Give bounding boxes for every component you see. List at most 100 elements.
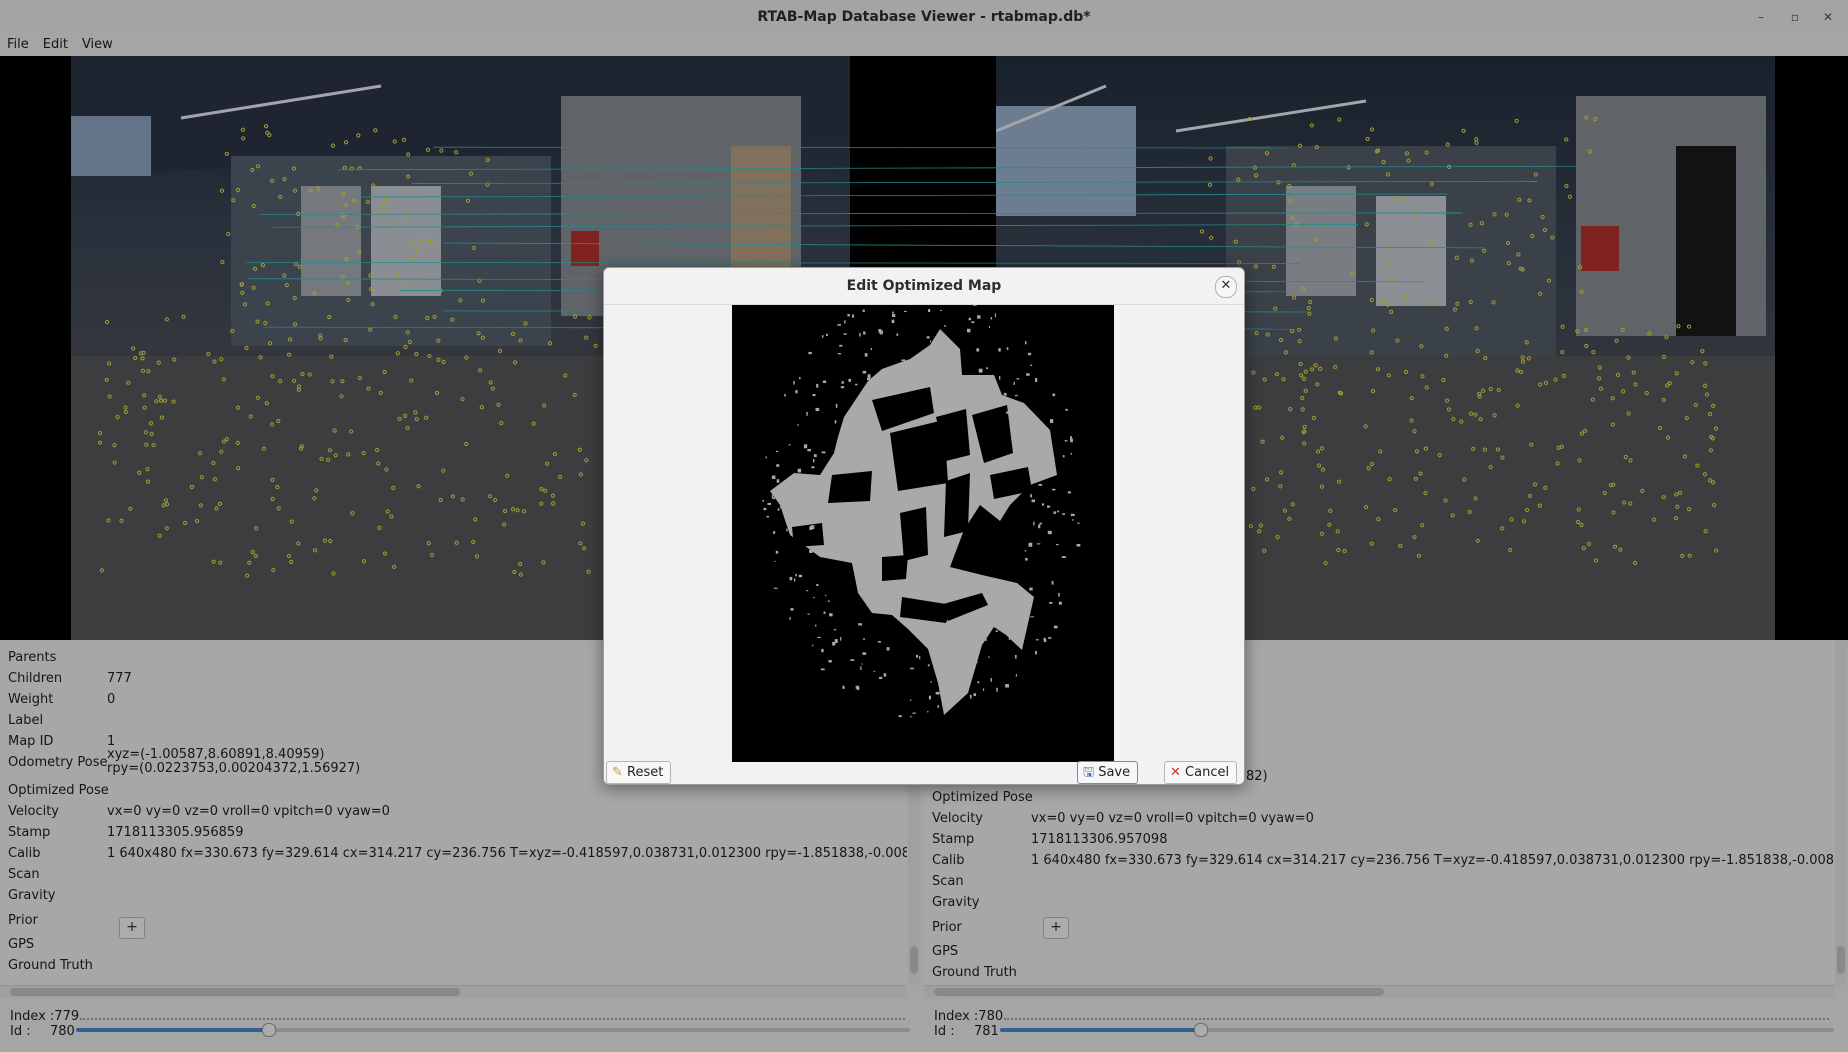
map-speckle (774, 560, 776, 562)
map-speckle (795, 573, 797, 577)
map-speckle (848, 378, 852, 382)
map-speckle (867, 374, 871, 379)
map-speckle (877, 641, 881, 643)
map-speckle (820, 668, 825, 671)
map-speckle (873, 670, 876, 672)
map-speckle (790, 608, 794, 611)
dialog-close-icon[interactable]: ✕ (1215, 276, 1237, 298)
save-button[interactable]: 🖫 Save (1077, 761, 1139, 784)
map-speckle (946, 346, 949, 350)
broom-icon: ✎ (612, 765, 623, 780)
map-speckle (1035, 650, 1037, 655)
map-speckle (986, 367, 988, 370)
map-speckle (863, 331, 866, 335)
map-speckle (994, 313, 997, 318)
map-speckle (863, 638, 865, 640)
map-speckle (965, 658, 969, 662)
map-speckle (776, 464, 780, 467)
map-speckle (762, 499, 764, 502)
map-speckle (798, 494, 801, 498)
map-speckle (1070, 452, 1073, 455)
map-speckle (910, 667, 914, 670)
map-speckle (1013, 381, 1015, 385)
map-speckle (1008, 637, 1011, 640)
map-speckle (809, 526, 813, 530)
map-speckle (775, 450, 779, 453)
occupancy-map-canvas[interactable] (732, 299, 1114, 762)
map-speckle (1035, 639, 1039, 641)
map-speckle (879, 330, 883, 335)
map-speckle (852, 314, 855, 318)
map-speckle (923, 351, 926, 355)
map-speckle (1033, 521, 1035, 526)
map-speckle (1058, 592, 1060, 597)
map-speckle (772, 497, 775, 500)
cancel-button[interactable]: ✕ Cancel (1164, 761, 1238, 784)
map-speckle (803, 444, 808, 449)
map-speckle (855, 383, 858, 386)
map-speckle (1017, 432, 1020, 435)
map-speckle (916, 654, 919, 658)
map-speckle (808, 503, 810, 506)
map-speckle (840, 637, 842, 641)
map-speckle (806, 590, 809, 592)
map-speckle (795, 389, 798, 394)
map-speckle (1015, 674, 1017, 677)
map-speckle (862, 652, 867, 655)
map-speckle (858, 623, 863, 626)
map-speckle (969, 694, 972, 699)
map-speckle (1070, 436, 1072, 440)
map-speckle (1025, 557, 1028, 561)
map-speckle (864, 353, 868, 357)
map-speckle (1024, 550, 1027, 552)
map-speckle (1058, 601, 1062, 605)
map-speckle (866, 377, 871, 381)
map-speckle (996, 687, 998, 692)
map-speckle (1036, 436, 1039, 439)
map-speckle (792, 508, 796, 513)
map-speckle (1025, 413, 1029, 416)
map-speckle (763, 507, 767, 511)
map-speckle (883, 673, 887, 677)
map-speckle (943, 687, 947, 690)
map-speckle (791, 488, 795, 491)
map-speckle (1040, 449, 1043, 452)
map-speckle (1055, 543, 1059, 546)
map-speckle (1049, 602, 1053, 604)
map-speckle (956, 679, 961, 683)
map-speckle (1029, 587, 1033, 591)
map-speckle (1039, 522, 1042, 525)
map-speckle (828, 660, 832, 663)
map-speckle (822, 380, 827, 384)
map-speckle (788, 444, 791, 446)
map-speckle (816, 583, 819, 587)
cancel-icon: ✕ (1170, 765, 1181, 780)
map-speckle (862, 370, 867, 374)
map-speckle (930, 340, 932, 343)
map-speckle (937, 705, 939, 708)
edit-optimized-map-dialog: Edit Optimized Map ✕ ✎ Reset 🖫 Save ✕ Ca… (603, 267, 1245, 785)
map-speckle (797, 423, 799, 427)
map-speckle (776, 479, 780, 483)
map-speckle (990, 317, 993, 320)
map-speckle (784, 394, 786, 397)
reset-button[interactable]: ✎ Reset (606, 761, 672, 784)
save-icon: 🖫 (1083, 765, 1095, 780)
map-speckle (940, 348, 943, 353)
map-speckle (982, 688, 985, 691)
map-speckle (850, 659, 855, 661)
map-speckle (886, 647, 890, 651)
map-speckle (1006, 347, 1009, 350)
map-speckle (926, 336, 930, 339)
map-speckle (999, 376, 1001, 380)
map-speckle (812, 458, 815, 463)
map-speckle (1065, 408, 1068, 411)
map-speckle (789, 617, 791, 620)
map-speckle (985, 624, 989, 627)
map-speckle (862, 309, 865, 313)
map-speckle (821, 648, 824, 653)
map-speckle (1049, 419, 1054, 424)
map-speckle (793, 380, 795, 385)
map-speckle (835, 403, 838, 408)
map-speckle (910, 716, 912, 718)
